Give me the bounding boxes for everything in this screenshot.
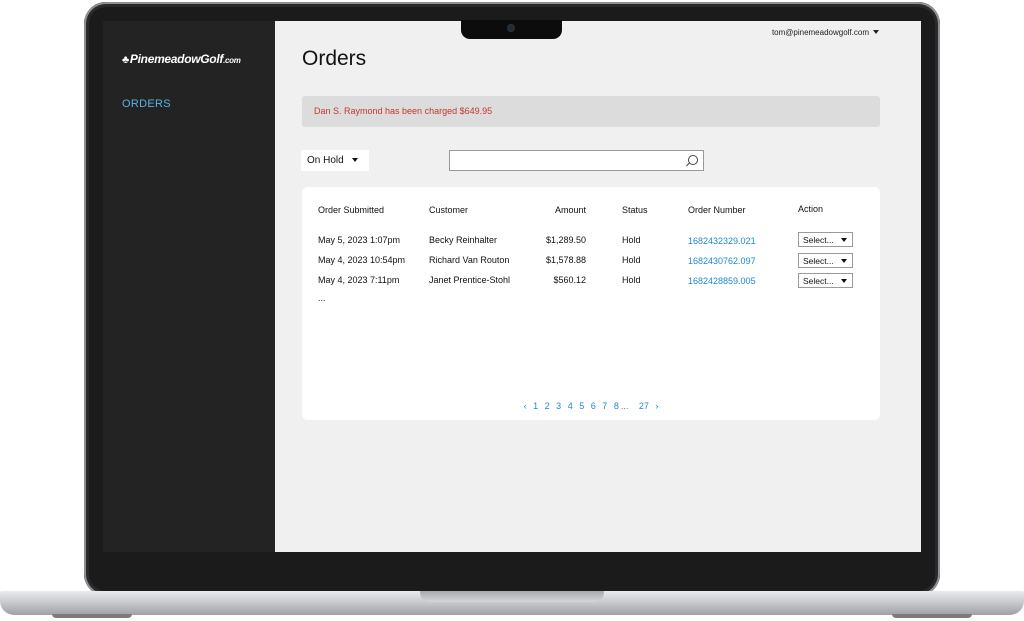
search-icon[interactable]: [688, 155, 698, 165]
logo-text: PinemeadowGolf: [129, 52, 224, 66]
column-header-order-submitted: Order Submitted: [318, 205, 385, 215]
sidebar-item-orders[interactable]: ORDERS: [122, 98, 171, 110]
action-select[interactable]: Select...: [798, 232, 853, 247]
order-amount: $1,289.50: [545, 235, 586, 245]
search-box: [449, 150, 704, 171]
column-header-order-number: Order Number: [688, 205, 746, 215]
action-select-value: Select...: [803, 256, 834, 266]
search-input[interactable]: [450, 152, 687, 171]
status-filter-dropdown[interactable]: On Hold: [301, 150, 369, 171]
pagination-next[interactable]: ›: [655, 401, 658, 411]
pagination-gap: ...: [620, 401, 629, 411]
pagination-page-4[interactable]: 4: [568, 401, 573, 411]
status-alert: Dan S. Raymond has been charged $649.95: [302, 96, 880, 127]
user-email: tom@pinemeadowgolf.com: [771, 28, 869, 37]
order-status: Hold: [622, 235, 641, 245]
pagination-page-8[interactable]: 8: [614, 401, 619, 411]
page-title: Orders: [302, 47, 367, 70]
pagination-page-6[interactable]: 6: [591, 401, 596, 411]
laptop-base-groove: [420, 591, 604, 602]
pagination-prev[interactable]: ‹: [524, 401, 527, 411]
pagination-page-2[interactable]: 2: [545, 401, 550, 411]
chevron-down-icon: [841, 279, 847, 283]
chevron-down-icon: [841, 238, 847, 242]
chevron-down-icon: [873, 30, 879, 34]
order-submitted: May 4, 2023 10:54pm: [318, 255, 406, 265]
more-rows-indicator: ...: [318, 293, 326, 303]
customer-name: Janet Prentice-Stohl: [429, 275, 511, 285]
pagination-page-7[interactable]: 7: [602, 401, 607, 411]
customer-name: Becky Reinhalter: [429, 235, 498, 245]
chevron-down-icon: [351, 158, 358, 162]
column-header-amount: Amount: [554, 205, 586, 215]
customer-name: Richard Van Routon: [429, 255, 510, 265]
status-filter-value: On Hold: [307, 155, 344, 166]
camera-icon: [507, 24, 515, 32]
laptop-notch: [461, 20, 562, 39]
column-header-customer: Customer: [429, 205, 469, 215]
brand-logo[interactable]: ♣PinemeadowGolf.com: [122, 52, 241, 66]
order-number-link[interactable]: 1682428859.005: [688, 276, 756, 286]
order-amount: $560.12: [553, 275, 586, 285]
sidebar: ♣PinemeadowGolf.com ORDERS: [103, 21, 275, 552]
pagination-page-1[interactable]: 1: [533, 401, 538, 411]
action-select[interactable]: Select...: [798, 273, 853, 288]
pagination-page-last[interactable]: 27: [639, 401, 649, 411]
screen: ♣PinemeadowGolf.com ORDERS tom@pinemeado…: [103, 21, 921, 552]
orders-table-card: Order Submitted Customer Amount Status O…: [302, 187, 880, 420]
action-select-value: Select...: [803, 235, 834, 245]
chevron-down-icon: [841, 259, 847, 263]
order-status: Hold: [622, 255, 641, 265]
logo-suffix: .com: [223, 56, 241, 65]
pagination: ‹ 1 2 3 4 5 6 7 8... 27 ›: [302, 401, 880, 411]
column-header-status: Status: [622, 205, 648, 215]
order-submitted: May 4, 2023 7:11pm: [318, 275, 400, 285]
action-select[interactable]: Select...: [798, 253, 853, 268]
order-number-link[interactable]: 1682432329.021: [688, 236, 756, 246]
order-amount: $1,578.88: [545, 255, 586, 265]
pagination-page-5[interactable]: 5: [579, 401, 584, 411]
laptop-foot-left: [52, 614, 132, 618]
pagination-page-3[interactable]: 3: [556, 401, 561, 411]
order-status: Hold: [622, 275, 641, 285]
action-select-value: Select...: [803, 276, 834, 286]
order-number-link[interactable]: 1682430762.097: [688, 256, 756, 266]
laptop-foot-right: [892, 614, 972, 618]
order-submitted: May 5, 2023 1:07pm: [318, 235, 401, 245]
pine-tree-icon: ♣: [122, 54, 129, 66]
column-header-action: Action: [798, 204, 824, 214]
user-menu[interactable]: tom@pinemeadowgolf.com: [772, 28, 879, 37]
